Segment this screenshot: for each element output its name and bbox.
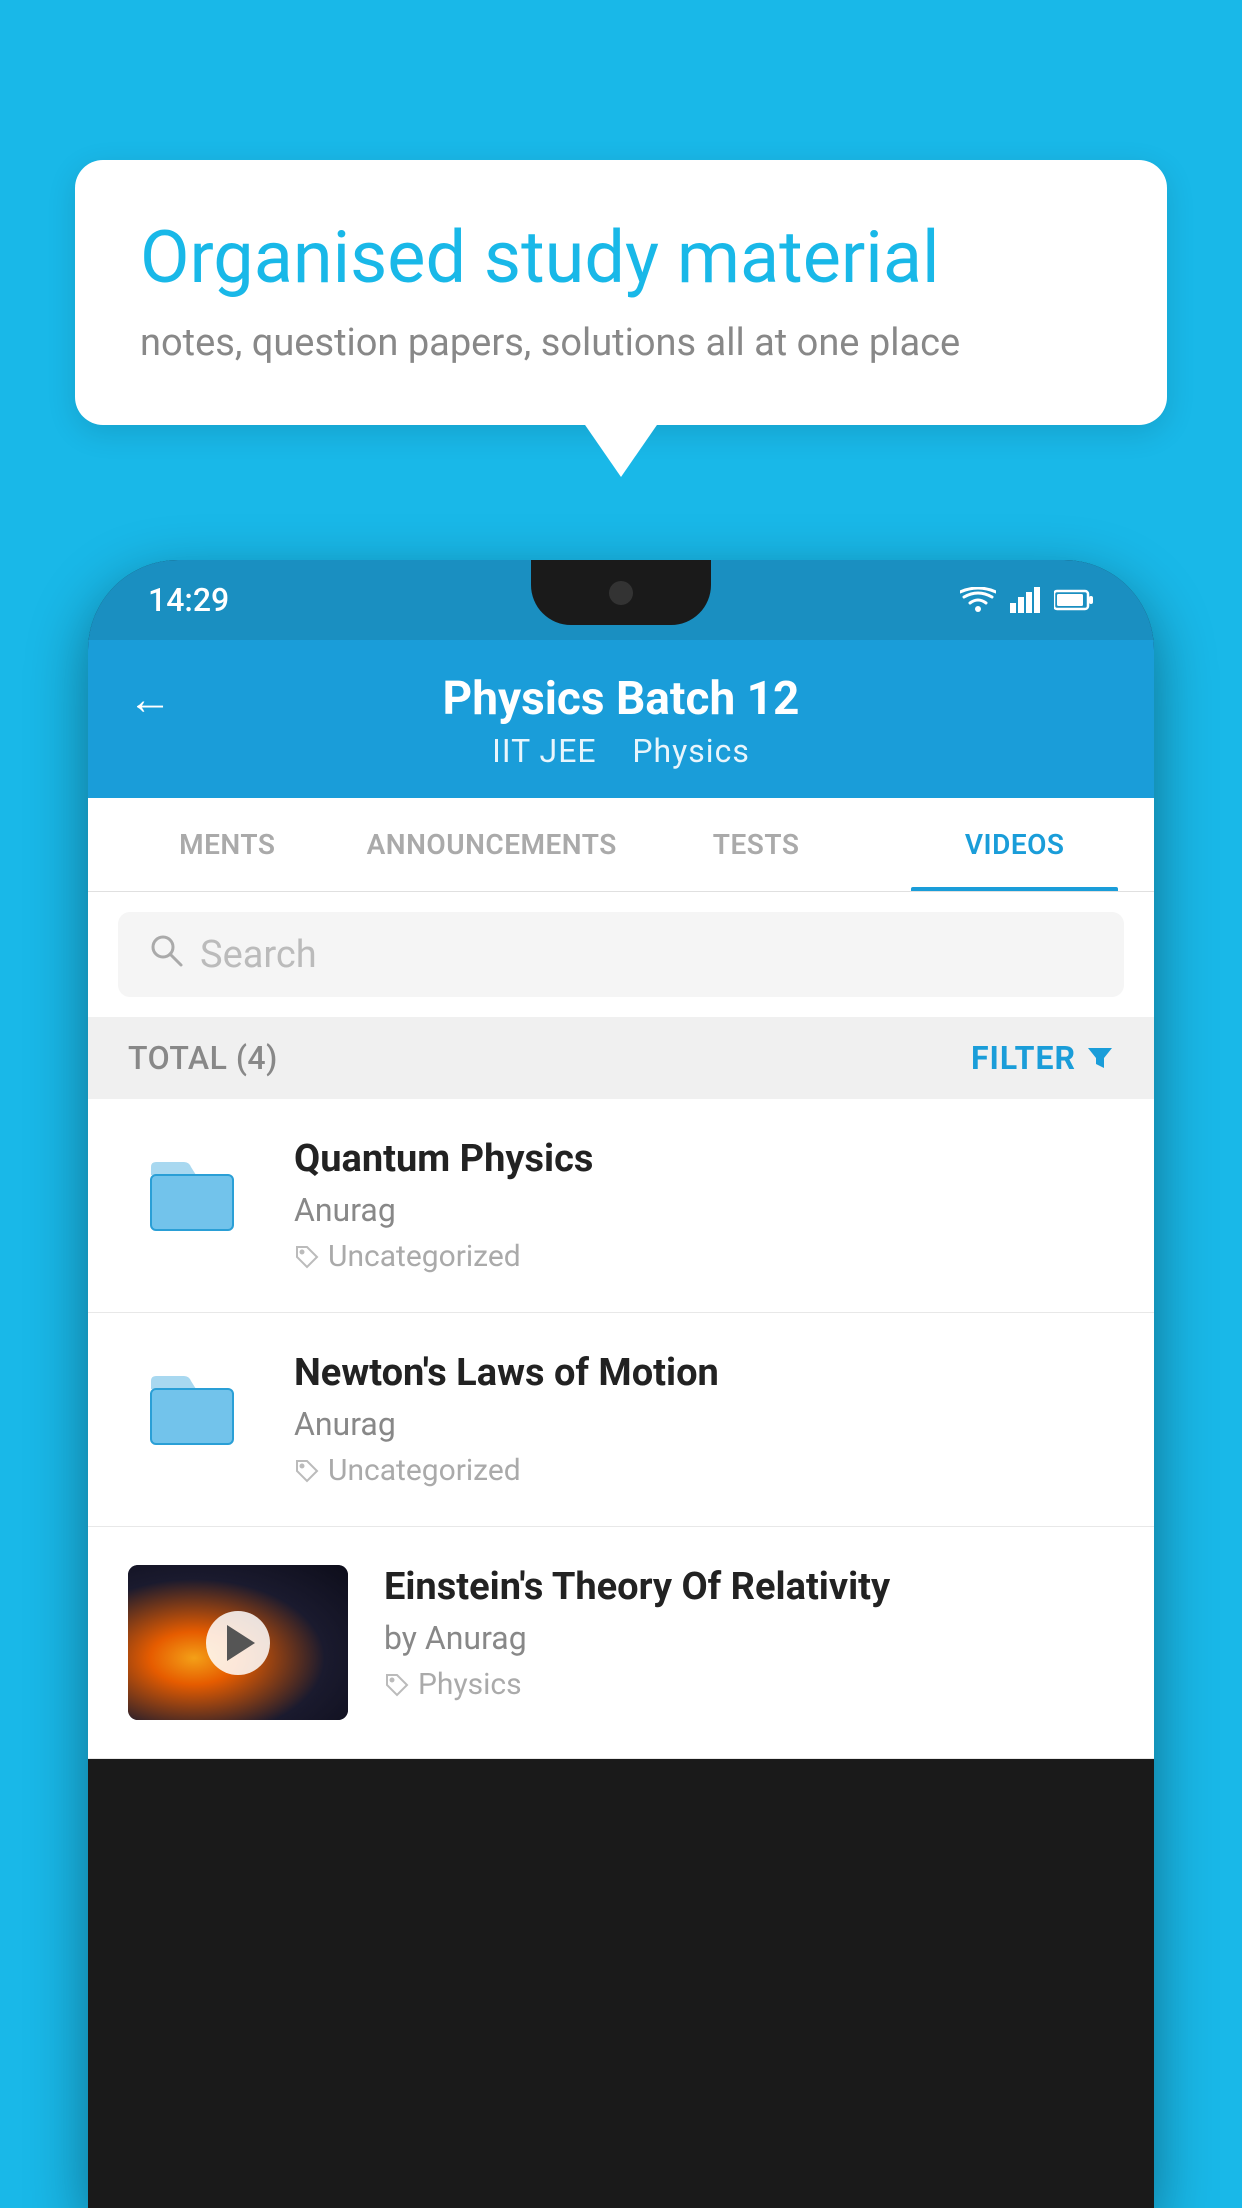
signal-icon: [1010, 587, 1040, 613]
tab-tests[interactable]: TESTS: [627, 798, 886, 891]
phone-inner: 14:29: [88, 560, 1154, 1759]
play-triangle-icon: [227, 1625, 255, 1661]
video-tag-1: Uncategorized: [294, 1239, 1114, 1274]
search-icon: [148, 932, 184, 977]
subtitle-iitjee: IIT JEE: [492, 732, 596, 770]
content-area: Quantum Physics Anurag Uncategorized: [88, 1099, 1154, 1759]
tab-videos[interactable]: VIDEOS: [885, 798, 1144, 891]
status-bar: 14:29: [88, 560, 1154, 640]
tab-ments[interactable]: MENTS: [98, 798, 357, 891]
app-header: ← Physics Batch 12 IIT JEE Physics: [88, 640, 1154, 798]
filter-bar: TOTAL (4) FILTER: [88, 1017, 1154, 1099]
tag-icon-1: [294, 1244, 320, 1270]
video-info-1: Quantum Physics Anurag Uncategorized: [294, 1137, 1114, 1274]
filter-icon: [1086, 1044, 1114, 1072]
tag-icon-3: [384, 1672, 410, 1698]
search-bar[interactable]: Search: [118, 912, 1124, 997]
video-item-2[interactable]: Newton's Laws of Motion Anurag Uncategor…: [88, 1313, 1154, 1527]
video-title-1: Quantum Physics: [294, 1137, 1114, 1181]
speech-bubble: Organised study material notes, question…: [75, 160, 1167, 425]
video-info-3: Einstein's Theory Of Relativity by Anura…: [384, 1565, 1114, 1702]
einstein-thumbnail: [128, 1565, 348, 1720]
video-author-1: Anurag: [294, 1191, 1114, 1229]
video-title-2: Newton's Laws of Motion: [294, 1351, 1114, 1395]
video-author-2: Anurag: [294, 1405, 1114, 1443]
video-thumb-2: [128, 1351, 258, 1461]
back-button[interactable]: ←: [128, 673, 172, 725]
video-item-1[interactable]: Quantum Physics Anurag Uncategorized: [88, 1099, 1154, 1313]
subtitle-physics: Physics: [632, 732, 750, 770]
tabs-bar: MENTS ANNOUNCEMENTS TESTS VIDEOS: [88, 798, 1154, 892]
tag-icon-2: [294, 1458, 320, 1484]
header-subtitle: IIT JEE Physics: [492, 732, 750, 770]
camera-dot: [609, 581, 633, 605]
filter-button[interactable]: FILTER: [971, 1039, 1114, 1077]
search-container: Search: [88, 892, 1154, 1017]
play-button[interactable]: [206, 1611, 270, 1675]
status-icons: [960, 587, 1094, 613]
notch: [531, 560, 711, 625]
video-thumb-1: [128, 1137, 258, 1247]
tag-text-2: Uncategorized: [328, 1453, 521, 1488]
total-label: TOTAL (4): [128, 1039, 278, 1077]
video-title-3: Einstein's Theory Of Relativity: [384, 1565, 1114, 1609]
video-info-2: Newton's Laws of Motion Anurag Uncategor…: [294, 1351, 1114, 1488]
video-author-3: by Anurag: [384, 1619, 1114, 1657]
phone-frame: 14:29: [88, 560, 1154, 2208]
video-tag-3: Physics: [384, 1667, 1114, 1702]
battery-icon: [1054, 589, 1094, 611]
video-tag-2: Uncategorized: [294, 1453, 1114, 1488]
filter-label: FILTER: [971, 1039, 1076, 1077]
video-item-3[interactable]: Einstein's Theory Of Relativity by Anura…: [88, 1527, 1154, 1759]
wifi-icon: [960, 587, 996, 613]
tag-text-3: Physics: [418, 1667, 522, 1702]
folder-icon-1: [146, 1147, 241, 1237]
bubble-subtitle: notes, question papers, solutions all at…: [140, 321, 1102, 365]
search-placeholder: Search: [200, 933, 317, 977]
status-time: 14:29: [148, 581, 229, 619]
bubble-title: Organised study material: [140, 215, 1102, 301]
tag-text-1: Uncategorized: [328, 1239, 521, 1274]
tab-announcements[interactable]: ANNOUNCEMENTS: [357, 798, 627, 891]
header-title: Physics Batch 12: [443, 672, 800, 726]
header-row: ← Physics Batch 12: [128, 672, 1114, 726]
folder-icon-2: [146, 1361, 241, 1451]
